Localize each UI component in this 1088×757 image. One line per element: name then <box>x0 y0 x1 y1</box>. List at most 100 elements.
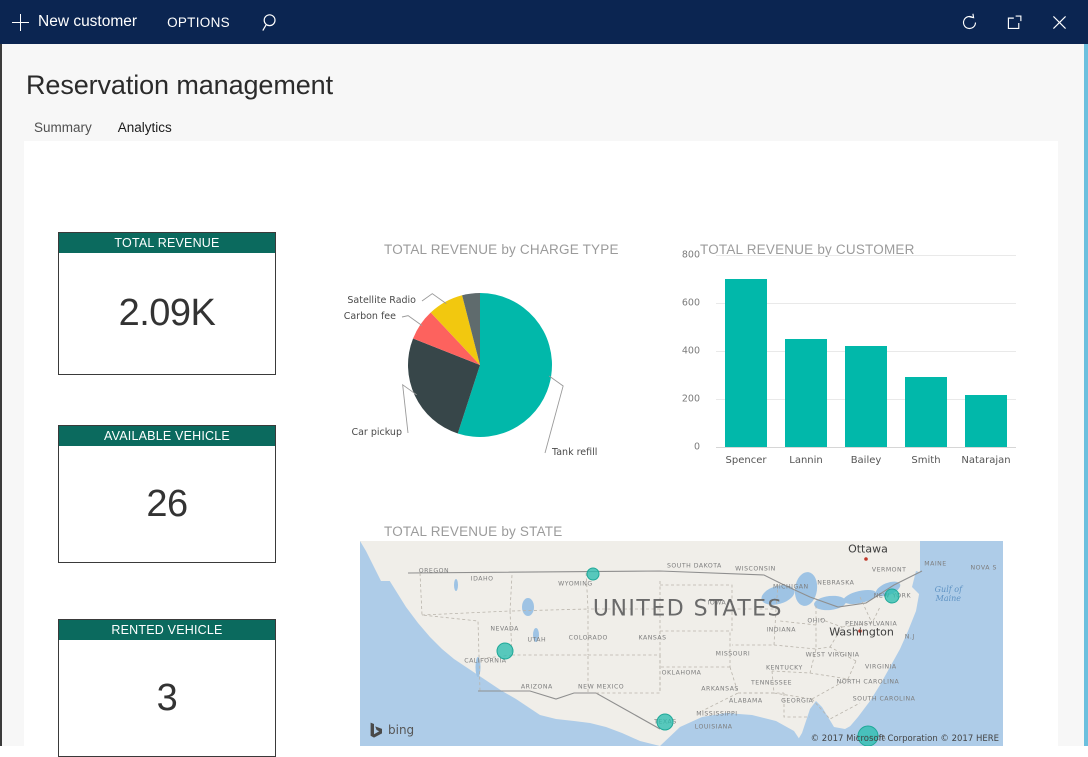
plus-icon <box>12 14 29 31</box>
map-total-revenue-by-state[interactable]: OREGON IDAHO WYOMING SOUTH DAKOTA WISCONSIN M… <box>360 519 1006 746</box>
map-city-label: Washington <box>829 626 894 639</box>
map-state-label: SOUTH CAROLINA <box>853 695 916 702</box>
pie-leader-line <box>402 316 422 326</box>
map-bubble-idaho[interactable] <box>586 567 599 580</box>
map-state-label: ARIZONA <box>521 683 553 690</box>
command-bar-right-group <box>947 0 1088 44</box>
map-state-label: INDIANA <box>766 627 796 634</box>
gridline <box>716 447 1016 448</box>
y-axis-tick-label: 0 <box>660 442 700 453</box>
map-state-label: GEORGIA <box>781 697 813 704</box>
x-axis-tick-label: Natarajan <box>961 455 1010 466</box>
x-axis-tick-label: Bailey <box>851 455 882 466</box>
map-water-label: Gulf ofMaine <box>935 585 962 603</box>
bing-label: bing <box>388 723 414 737</box>
map-bubble-california[interactable] <box>496 642 513 659</box>
bar-chart-plot-area: 0200400600800SpencerLanninBaileySmithNat… <box>716 255 1016 447</box>
map-state-label: WYOMING <box>558 581 593 588</box>
map-state-label: SOUTH DAKOTA <box>667 562 722 569</box>
refresh-button[interactable] <box>947 0 992 44</box>
pie-slices <box>360 237 660 537</box>
map-state-label: OKLAHOMA <box>662 670 702 677</box>
kpi-title: TOTAL REVENUE <box>59 233 275 253</box>
tab-summary-label: Summary <box>34 120 92 135</box>
map-state-label: N.J <box>905 634 915 641</box>
kpi-tile-available-vehicle[interactable]: AVAILABLE VEHICLE 26 <box>58 425 276 563</box>
map-canvas[interactable]: OREGON IDAHO WYOMING SOUTH DAKOTA WISCONSIN M… <box>360 541 1003 746</box>
tab-analytics[interactable]: Analytics <box>108 116 182 143</box>
map-state-label: TENNESSEE <box>751 680 792 687</box>
bar[interactable] <box>725 279 767 447</box>
pie-slice-label: Car pickup <box>351 427 402 438</box>
kpi-value: 26 <box>59 446 275 562</box>
top-command-bar: New customer OPTIONS <box>0 0 1088 44</box>
close-button[interactable] <box>1037 0 1082 44</box>
left-edge-divider <box>0 44 2 746</box>
analytics-dashboard-card: TOTAL REVENUE 2.09K AVAILABLE VEHICLE 26… <box>24 141 1058 746</box>
kpi-title: AVAILABLE VEHICLE <box>59 426 275 446</box>
x-axis-tick-label: Lannin <box>789 455 823 466</box>
map-state-label: LOUISIANA <box>695 723 733 730</box>
bar[interactable] <box>965 395 1007 447</box>
bar[interactable] <box>785 339 827 447</box>
pie-chart-total-revenue-by-charge-type[interactable]: Tank refillCar pickupCarbon feeSatellite… <box>360 237 660 537</box>
pie-slice-label: Satellite Radio <box>347 295 416 306</box>
refresh-icon <box>960 13 979 32</box>
page-body: Reservation management Summary Analytics… <box>0 44 1088 746</box>
map-country-label: UNITED STATES <box>593 596 783 621</box>
map-state-label: NEBRASKA <box>817 580 854 587</box>
y-axis-tick-label: 200 <box>660 394 700 405</box>
close-icon <box>1050 13 1069 32</box>
x-axis-tick-label: Smith <box>911 455 940 466</box>
bar-chart-total-revenue-by-customer[interactable]: 0200400600800SpencerLanninBaileySmithNat… <box>674 237 1026 482</box>
x-axis-tick-label: Spencer <box>726 455 767 466</box>
map-bubble-new-york[interactable] <box>885 589 900 604</box>
page-title: Reservation management <box>26 70 333 101</box>
y-axis-tick-label: 600 <box>660 298 700 309</box>
bing-logo[interactable]: bing <box>370 722 414 738</box>
map-state-label: NEVADA <box>490 626 519 633</box>
popout-icon <box>1005 13 1024 32</box>
kpi-tile-total-revenue[interactable]: TOTAL REVENUE 2.09K <box>58 232 276 375</box>
map-attribution: © 2017 Microsoft Corporation © 2017 HERE <box>811 734 999 744</box>
map-state-label: UTAH <box>527 637 546 644</box>
map-state-label: KENTUCKY <box>766 665 803 672</box>
popout-button[interactable] <box>992 0 1037 44</box>
options-button[interactable]: OPTIONS <box>151 0 246 44</box>
map-state-label: KANSAS <box>639 635 667 642</box>
map-city-label: Ottawa <box>848 543 888 556</box>
pie-slice-label: Carbon fee <box>344 311 396 322</box>
map-state-label: NORTH CAROLINA <box>837 679 900 686</box>
kpi-tile-rented-vehicle[interactable]: RENTED VEHICLE 3 <box>58 619 276 757</box>
map-state-label: WISCONSIN <box>735 565 776 572</box>
bar[interactable] <box>845 346 887 447</box>
map-state-label: ALABAMA <box>729 697 763 704</box>
map-state-label: NEW MEXICO <box>578 683 624 690</box>
search-icon <box>262 13 281 32</box>
map-state-label: COLORADO <box>569 635 608 642</box>
search-button[interactable] <box>246 0 297 44</box>
kpi-title: RENTED VEHICLE <box>59 620 275 640</box>
new-customer-button[interactable]: New customer <box>0 0 151 44</box>
new-customer-label: New customer <box>38 13 137 31</box>
map-state-label: ARKANSAS <box>701 685 739 692</box>
map-state-label: OREGON <box>419 567 449 574</box>
pie-slice-label: Tank refill <box>552 447 597 458</box>
map-state-label: MISSISSIPPI <box>696 711 737 718</box>
map-state-label: VIRGINIA <box>865 664 897 671</box>
map-state-label: MISSOURI <box>716 650 751 657</box>
map-state-label: VERMONT <box>872 566 907 573</box>
tab-summary[interactable]: Summary <box>24 116 102 143</box>
map-state-label: WEST VIRGINIA <box>806 651 860 658</box>
map-state-label: OHIO <box>807 617 825 624</box>
bar[interactable] <box>905 377 947 447</box>
map-state-label: IDAHO <box>471 575 494 582</box>
kpi-value: 3 <box>59 640 275 756</box>
map-state-label: MICHIGAN <box>773 584 809 591</box>
vertical-scrollbar[interactable] <box>1084 44 1088 746</box>
kpi-value: 2.09K <box>59 253 275 374</box>
map-geometry <box>360 541 1003 746</box>
options-label: OPTIONS <box>167 15 230 30</box>
map-bubble-texas[interactable] <box>657 714 674 731</box>
map-state-label: CALIFORNIA <box>464 657 506 664</box>
